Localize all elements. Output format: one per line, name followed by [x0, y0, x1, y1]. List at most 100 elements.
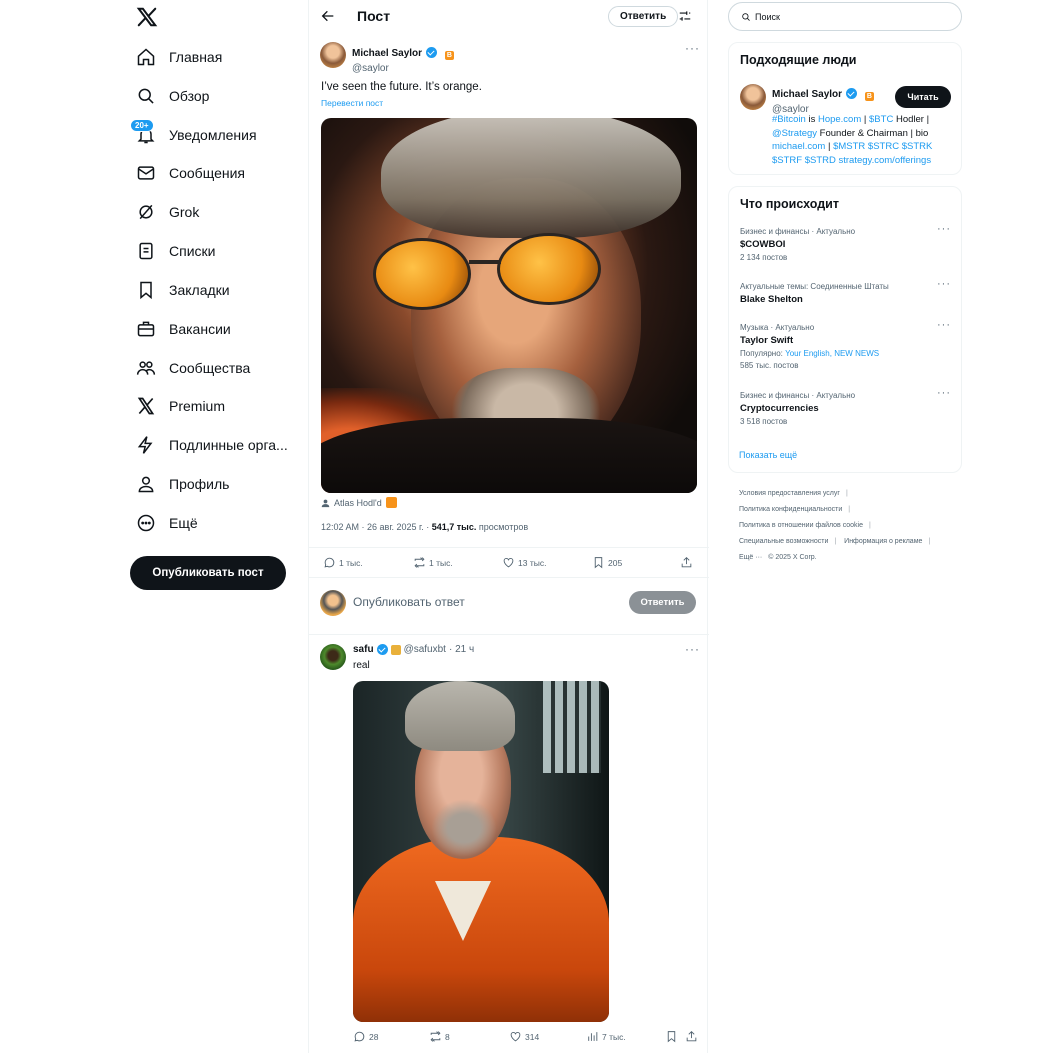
share-action[interactable]	[680, 556, 696, 569]
post-time[interactable]: 12:02 AM · 26 авг. 2025 г. ·	[321, 522, 432, 532]
more-options-icon[interactable]: ···	[937, 278, 951, 290]
post-text: I’ve seen the future. It’s orange.	[321, 81, 482, 93]
post-header: Пост Ответить	[309, 0, 709, 34]
post-image[interactable]	[321, 118, 697, 493]
trend-item[interactable]: Бизнес и финансы · Актуально Cryptocurre…	[740, 387, 950, 426]
trend-count: 3 518 постов	[740, 417, 788, 426]
nav-bookmarks[interactable]: Закладки	[136, 273, 230, 307]
reply-image[interactable]	[353, 681, 609, 1022]
footer-link[interactable]: Политика в отношении файлов cookie	[739, 522, 863, 529]
reply-icon	[354, 1031, 365, 1042]
trend-title: Cryptocurrencies	[740, 403, 819, 414]
avatar[interactable]	[740, 84, 766, 110]
who-to-follow-card: Подходящие люди Michael Saylor B @saylor…	[728, 42, 962, 175]
trend-title: Blake Shelton	[740, 294, 803, 305]
search-input[interactable]: Поиск	[728, 2, 962, 31]
bell-icon: 20+	[130, 119, 156, 145]
suggested-user[interactable]: Michael Saylor B @saylor	[772, 84, 874, 115]
header-reply-button[interactable]: Ответить	[608, 6, 679, 27]
more-options-icon[interactable]: ···	[685, 41, 700, 55]
bio-link[interactable]: @Strategy	[772, 128, 817, 139]
footer-link[interactable]: Условия предоставления услуг	[739, 490, 840, 497]
more-circle-icon	[136, 513, 156, 533]
trend-popular: Популярно: Your English, NEW NEWS	[740, 349, 950, 358]
more-options-icon[interactable]: ···	[937, 319, 951, 331]
nav-verified-orgs[interactable]: Подлинные орга...	[136, 428, 288, 462]
bio-link[interactable]: michael.com	[772, 141, 825, 152]
author-handle[interactable]: @saylor	[352, 63, 454, 74]
nav-label: Уведомления	[169, 127, 257, 143]
trend-item[interactable]: Бизнес и финансы · Актуально $COWBOI 2 1…	[740, 223, 950, 262]
footer-link[interactable]: Информация о рекламе	[844, 538, 922, 545]
nav-explore[interactable]: Обзор	[136, 79, 209, 113]
author-name[interactable]: Michael Saylor	[352, 48, 422, 59]
credit-name: Atlas Hodl'd	[334, 497, 382, 508]
bio-text: |	[861, 114, 870, 125]
trend-item[interactable]: Актуальные темы: Соединенные Штаты Blake…	[740, 278, 950, 305]
post-actions: 1 тыс. 1 тыс. 13 тыс. 205	[309, 547, 709, 578]
trend-category: Бизнес и финансы · Актуально	[740, 391, 856, 400]
post-age[interactable]: · 21 ч	[449, 644, 474, 655]
bio-link[interactable]: #Bitcoin	[772, 114, 806, 125]
x-logo-icon[interactable]	[136, 6, 160, 30]
nav-communities[interactable]: Сообщества	[136, 351, 250, 385]
nav-messages[interactable]: Сообщения	[136, 156, 245, 190]
more-options-icon[interactable]: ···	[937, 387, 951, 399]
views-action[interactable]: 7 тыс.	[586, 1030, 626, 1043]
nav-profile[interactable]: Профиль	[136, 467, 229, 501]
x-premium-icon	[136, 396, 156, 416]
nav-label: Ещё	[169, 515, 198, 531]
bookmark-action[interactable]: 205	[592, 556, 622, 569]
nav-label: Обзор	[169, 88, 210, 104]
publish-post-button[interactable]: Опубликовать пост	[130, 556, 286, 590]
trend-item[interactable]: Музыка · Актуально Taylor Swift Популярн…	[740, 319, 950, 370]
author-name[interactable]: safu	[353, 644, 374, 655]
follow-button[interactable]: Читать	[895, 86, 951, 108]
share-action[interactable]	[685, 1030, 701, 1043]
avatar[interactable]	[320, 644, 346, 670]
bitcoin-badge-icon: B	[864, 92, 874, 101]
more-options-icon[interactable]: ···	[937, 223, 951, 235]
reply-submit-button[interactable]: Ответить	[629, 591, 696, 614]
translate-link[interactable]: Перевести пост	[321, 98, 383, 108]
nav-grok[interactable]: Grok	[136, 195, 199, 229]
show-more-link[interactable]: Показать ещё	[739, 450, 797, 460]
bookmark-action[interactable]	[665, 1030, 681, 1043]
repost-action[interactable]: 8	[429, 1030, 450, 1043]
nav-lists[interactable]: Списки	[136, 234, 215, 268]
trend-count: 2 134 постов	[740, 253, 788, 262]
reply-input[interactable]: Опубликовать ответ	[353, 595, 465, 609]
popular-links[interactable]: Your English, NEW NEWS	[785, 349, 879, 358]
reply-action[interactable]: 28	[353, 1030, 378, 1043]
reply-action[interactable]: 1 тыс.	[323, 556, 363, 569]
nav-home[interactable]: Главная	[136, 40, 222, 74]
heart-icon	[510, 1031, 521, 1042]
more-options-icon[interactable]: ···	[685, 642, 700, 656]
nav-label: Сообщения	[169, 165, 245, 181]
heart-icon	[503, 557, 514, 568]
share-icon	[681, 556, 692, 568]
nav-premium[interactable]: Premium	[136, 389, 225, 423]
reply-composer: Опубликовать ответ Ответить	[309, 578, 709, 635]
image-credit[interactable]: Atlas Hodl'd	[321, 497, 397, 508]
notifications-badge: 20+	[130, 119, 154, 132]
back-arrow-icon[interactable]	[320, 8, 336, 24]
nav-jobs[interactable]: Вакансии	[136, 312, 231, 346]
bio-link[interactable]: $BTC	[869, 114, 893, 125]
post-author: Michael Saylor B @saylor	[352, 43, 454, 74]
bio-link[interactable]: Hope.com	[818, 114, 861, 125]
footer-link[interactable]: Политика конфиденциальности	[739, 506, 842, 513]
like-action[interactable]: 314	[509, 1030, 539, 1043]
repost-icon	[430, 1031, 441, 1042]
repost-action[interactable]: 1 тыс.	[413, 556, 453, 569]
nav-notifications[interactable]: 20+ Уведомления	[130, 118, 257, 152]
footer-more[interactable]: Ещё ···	[739, 554, 762, 561]
home-icon	[136, 47, 156, 67]
footer-link[interactable]: Специальные возможности	[739, 538, 828, 545]
nav-more[interactable]: Ещё	[136, 506, 198, 540]
avatar[interactable]	[320, 42, 346, 68]
sliders-icon[interactable]	[678, 9, 692, 23]
author-handle[interactable]: @safuxbt	[404, 644, 446, 655]
like-action[interactable]: 13 тыс.	[502, 556, 546, 569]
reply-count: 28	[369, 1031, 379, 1042]
